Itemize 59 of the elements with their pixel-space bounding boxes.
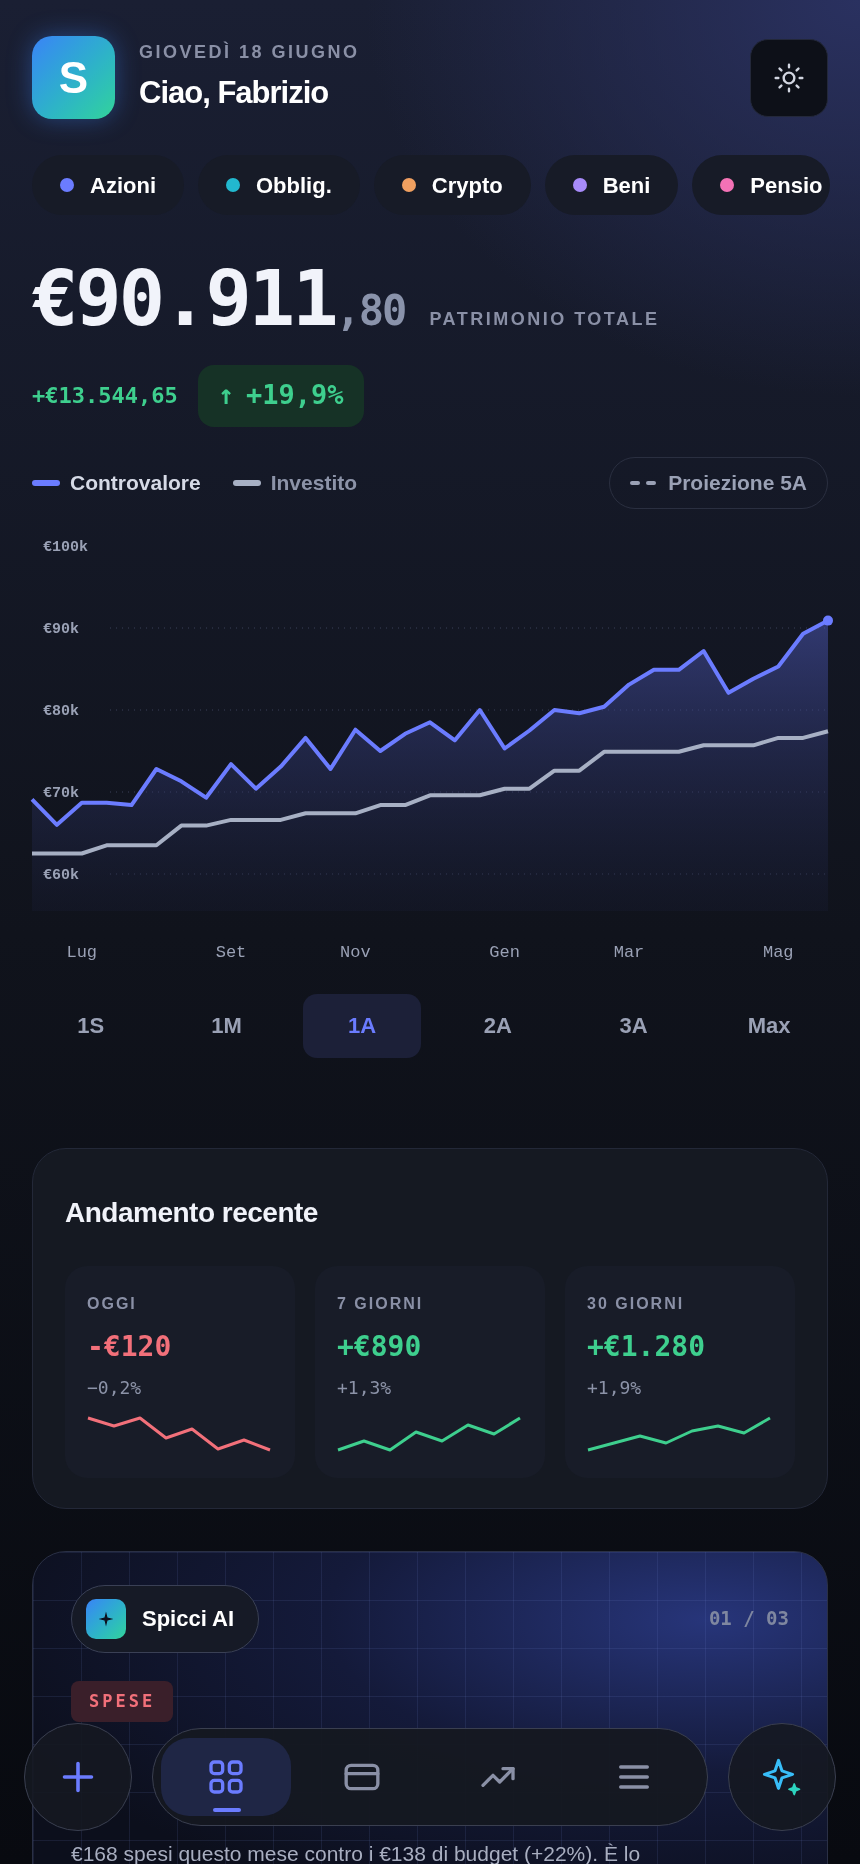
category-tag: SPESE	[71, 1680, 174, 1722]
legend-label: Investito	[270, 469, 358, 496]
gain-amount: +€13.544,65	[32, 382, 178, 410]
y-axis-label: €80k	[43, 702, 79, 720]
period-tab[interactable]: Max	[710, 993, 828, 1058]
insight-text: €168 spesi questo mese contro i €138 di budget (+22%). È lo	[71, 1840, 642, 1864]
theme-toggle-button[interactable]	[750, 38, 828, 117]
change-amount: -€120	[87, 1328, 173, 1365]
active-indicator	[213, 1808, 241, 1812]
period-tab[interactable]: 1S	[32, 993, 150, 1058]
x-axis-label: Mag	[762, 942, 794, 962]
category-chip[interactable]: Obblig.	[198, 155, 360, 215]
sparkle-icon	[86, 1598, 126, 1639]
x-axis-label: Nov	[340, 942, 371, 962]
period-tab[interactable]: 2A	[439, 993, 557, 1058]
nav-tab[interactable]	[161, 1738, 291, 1816]
sparkle-icon	[761, 1756, 803, 1798]
change-amount: +€1.280	[587, 1328, 706, 1365]
change-amount: +€890	[337, 1328, 423, 1365]
category-chip[interactable]: Crypto	[373, 155, 531, 215]
plus-icon	[60, 1759, 96, 1795]
total-decimals: ,80	[335, 285, 406, 337]
total-label: PATRIMONIO TOTALE	[429, 308, 660, 331]
gain-percent-badge: ↑ +19,9%	[197, 364, 364, 427]
y-axis-label: €100k	[43, 538, 88, 556]
ai-assistant-badge[interactable]: Spicci AI	[71, 1584, 260, 1653]
x-axis-label: Mar	[613, 942, 645, 962]
legend-swatch	[232, 479, 261, 486]
card-title: Andamento recente	[65, 1195, 319, 1230]
period-label: 7 GIORNI	[337, 1293, 425, 1314]
period-tab[interactable]: 1M	[167, 993, 286, 1058]
y-axis-label: €90k	[43, 620, 79, 638]
date-label: GIOVEDÌ 18 GIUGNO	[139, 40, 360, 64]
x-axis-label: Set	[215, 942, 247, 962]
dashed-line-icon	[630, 480, 657, 485]
legend-label: Controvalore	[70, 469, 201, 496]
sun-icon	[773, 61, 805, 94]
greeting: Ciao, Fabrizio	[139, 73, 330, 112]
x-axis-label: Lug	[66, 942, 98, 962]
change-percent: +1,9%	[587, 1375, 643, 1400]
legend-swatch	[32, 479, 60, 486]
period-label: 30 GIORNI	[587, 1293, 686, 1314]
period-label: OGGI	[87, 1293, 138, 1314]
last-point-marker	[823, 615, 833, 626]
total-amount: €90.911	[32, 253, 336, 345]
period-tab[interactable]: 1A	[303, 993, 421, 1058]
grid-icon	[206, 1757, 246, 1797]
page-counter: 01 / 03	[708, 1606, 789, 1632]
category-chip[interactable]: Pensio	[692, 155, 831, 215]
change-percent: −0,2%	[87, 1375, 143, 1400]
period-tab[interactable]: 3A	[574, 993, 693, 1058]
x-axis-label: Gen	[489, 942, 520, 962]
y-axis-label: €70k	[43, 784, 79, 802]
change-percent: +1,3%	[337, 1375, 393, 1400]
y-axis-label: €60k	[43, 866, 79, 884]
category-chip[interactable]: Azioni	[32, 155, 184, 215]
up-arrow-icon: ↑	[217, 375, 234, 416]
category-chip[interactable]: Beni	[544, 155, 679, 215]
app-logo: S	[32, 36, 115, 119]
